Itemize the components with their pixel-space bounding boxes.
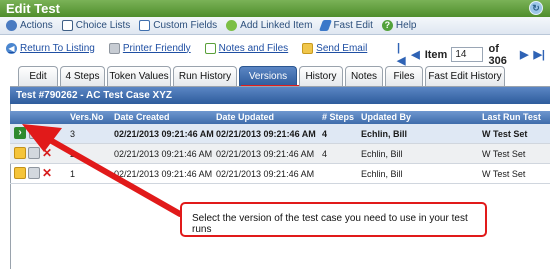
annotation-callout: Select the version of the test case you … [180, 202, 487, 237]
